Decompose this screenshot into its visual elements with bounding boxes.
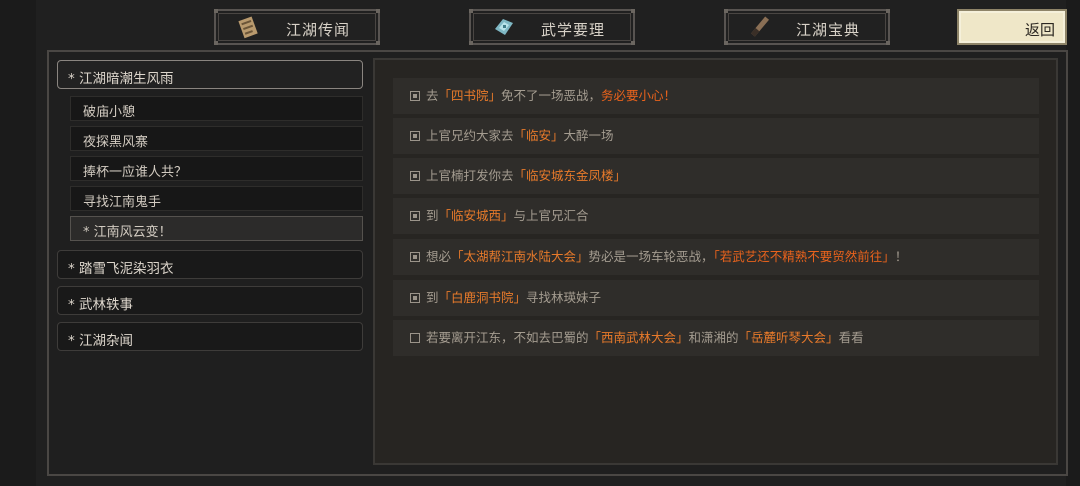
chapter-label: * 踏雪飞泥染羽衣 xyxy=(68,261,174,277)
quest-highlight: 「白鹿洞书院」 xyxy=(438,290,527,305)
quest-highlight: 「临安城东金凤楼」 xyxy=(513,168,627,183)
chapter-item[interactable]: * 踏雪飞泥染羽衣 xyxy=(57,250,363,279)
quest-text-part: 势必是一场车轮恶战， xyxy=(588,249,714,264)
quest-highlight: 「岳麓听琴大会」 xyxy=(738,330,839,345)
quest-text: 想必「太湖帮江南水陆大会」势必是一场车轮恶战，「若武艺还不精熟不要贸然前往」！ xyxy=(426,239,907,275)
subitem-label: * 江南风云变！ xyxy=(83,225,172,240)
tab-label: 武学要理 xyxy=(541,21,606,39)
brush-icon xyxy=(751,16,770,37)
quest-text-part: 若要离开江东，不如去巴蜀的 xyxy=(426,330,589,345)
quest-row: 去「四书院」免不了一场恶战，务必要小心！ xyxy=(393,78,1039,114)
quest-text-part: 免不了一场恶战， xyxy=(501,88,602,103)
quest-text: 到「白鹿洞书院」寻找林瑛妹子 xyxy=(426,280,601,316)
quest-highlight: 「临安城西」 xyxy=(438,208,514,223)
subitem[interactable]: 寻找江南鬼手 xyxy=(70,186,363,211)
quest-text-part: 寻找林瑛妹子 xyxy=(526,290,602,305)
back-label: 返回 xyxy=(1024,21,1055,39)
quest-text-part: 到 xyxy=(426,290,439,305)
quest-text-part: 大醉一场 xyxy=(563,128,614,143)
chapter-item[interactable]: * 武林轶事 xyxy=(57,286,363,315)
checked-box-icon xyxy=(410,252,420,262)
chapter-item[interactable]: * 江湖杂闻 xyxy=(57,322,363,351)
checked-box-icon xyxy=(410,91,420,101)
quest-text-part: 和潇湘的 xyxy=(688,330,739,345)
subitem-label: 寻找江南鬼手 xyxy=(83,195,162,210)
quest-row: 上官兄约大家去「临安」大醉一场 xyxy=(393,118,1039,154)
subitem-label: 夜探黑风寨 xyxy=(83,135,149,150)
quest-text-part: 看看 xyxy=(838,330,864,345)
quest-text: 上官楠打发你去「临安城东金凤楼」 xyxy=(426,158,626,194)
subitem-label: 破庙小憩 xyxy=(83,105,136,120)
unchecked-box-icon xyxy=(410,333,420,343)
quest-row: 到「临安城西」与上官兄汇合 xyxy=(393,198,1039,234)
checked-box-icon xyxy=(410,293,420,303)
quest-text: 上官兄约大家去「临安」大醉一场 xyxy=(426,118,614,154)
scroll-icon xyxy=(238,16,258,39)
quest-text-part: 上官楠打发你去 xyxy=(426,168,514,183)
quest-text: 到「临安城西」与上官兄汇合 xyxy=(426,198,589,234)
checked-box-icon xyxy=(410,211,420,221)
quest-text-part: 去 xyxy=(426,88,439,103)
chapter-label: * 江湖杂闻 xyxy=(68,333,134,349)
quest-highlight: 「四书院」 xyxy=(438,88,502,103)
chapter-item[interactable]: * 江湖暗潮生风雨 xyxy=(57,60,363,89)
back-button[interactable]: 返回 xyxy=(957,9,1067,45)
quest-highlight: 「临安」 xyxy=(513,128,564,143)
quest-text: 若要离开江东，不如去巴蜀的「西南武林大会」和潇湘的「岳麓听琴大会」看看 xyxy=(426,320,864,356)
quest-text-part: 到 xyxy=(426,208,439,223)
quest-row: 到「白鹿洞书院」寻找林瑛妹子 xyxy=(393,280,1039,316)
subitem[interactable]: 破庙小憩 xyxy=(70,96,363,121)
quest-text-part: 与上官兄汇合 xyxy=(513,208,589,223)
crystal-icon xyxy=(495,19,513,35)
tab-jianghu-rumors[interactable]: 江湖传闻 xyxy=(214,9,380,45)
quest-text-part: 上官兄约大家去 xyxy=(426,128,514,143)
quest-highlight: 「太湖帮江南水陆大会」 xyxy=(451,249,589,264)
checked-box-icon xyxy=(410,131,420,141)
subitem[interactable]: 捧杯一应谁人共？ xyxy=(70,156,363,181)
tab-jianghu-codex[interactable]: 江湖宝典 xyxy=(724,9,890,45)
quest-row: 想必「太湖帮江南水陆大会」势必是一场车轮恶战，「若武艺还不精熟不要贸然前往」！ xyxy=(393,239,1039,275)
tab-martial-principles[interactable]: 武学要理 xyxy=(469,9,635,45)
subitem-selected[interactable]: * 江南风云变！ xyxy=(70,216,363,241)
subitem[interactable]: 夜探黑风寨 xyxy=(70,126,363,151)
quest-highlight: 务必要小心！ xyxy=(601,88,677,103)
quest-text: 去「四书院」免不了一场恶战，务必要小心！ xyxy=(426,78,676,114)
tab-label: 江湖宝典 xyxy=(796,21,861,39)
quest-row: 若要离开江东，不如去巴蜀的「西南武林大会」和潇湘的「岳麓听琴大会」看看 xyxy=(393,320,1039,356)
quest-highlight: 「西南武林大会」 xyxy=(588,330,689,345)
checked-box-icon xyxy=(410,171,420,181)
subitem-label: 捧杯一应谁人共？ xyxy=(83,165,188,180)
quest-highlight: 「若武艺还不精熟不要贸然前往」 xyxy=(713,249,895,264)
quest-text-part: ！ xyxy=(894,249,908,264)
quest-row: 上官楠打发你去「临安城东金凤楼」 xyxy=(393,158,1039,194)
quest-text-part: 想必 xyxy=(426,249,452,264)
chapter-label: * 江湖暗潮生风雨 xyxy=(68,71,174,87)
tab-label: 江湖传闻 xyxy=(286,21,351,39)
chapter-label: * 武林轶事 xyxy=(68,297,134,313)
